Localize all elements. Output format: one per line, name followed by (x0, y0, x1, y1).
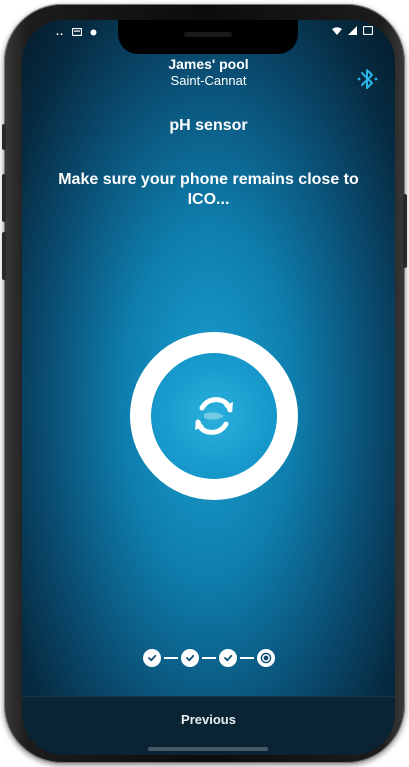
instruction-text: Make sure your phone remains close to IC… (58, 171, 359, 208)
step-connector (239, 657, 254, 659)
step-1-completed (142, 649, 161, 667)
footer-bar: Previous (22, 696, 395, 755)
checkmark-icon (223, 654, 232, 662)
home-indicator (148, 747, 268, 751)
step-connector (163, 657, 178, 659)
app-screen: .. James' pool Saint-Cannat pH sensor Ma… (22, 20, 395, 755)
wifi-icon (332, 26, 342, 35)
pool-name: James' pool (168, 56, 249, 72)
signal-icon (348, 26, 357, 35)
sync-icon (195, 397, 233, 435)
step-4-current (256, 649, 275, 667)
side-button-power (403, 194, 407, 268)
checkmark-icon (147, 654, 156, 662)
side-button-volume-up (2, 174, 6, 222)
phone-frame: .. James' pool Saint-Cannat pH sensor Ma… (2, 4, 407, 763)
checkmark-icon (185, 654, 194, 662)
status-time: .. (56, 26, 65, 38)
bluetooth-icon[interactable] (357, 66, 379, 92)
sync-indicator-inner (151, 353, 277, 479)
sync-indicator (130, 332, 298, 500)
notch-speaker (184, 32, 232, 37)
current-step-icon (260, 652, 271, 664)
status-bar-right (332, 26, 373, 35)
side-button-mute (2, 124, 6, 150)
status-bar-left: .. (56, 26, 97, 38)
pool-header: James' pool Saint-Cannat (22, 56, 395, 89)
pool-location: Saint-Cannat (170, 73, 247, 88)
side-button-volume-down (2, 232, 6, 280)
step-connector (201, 657, 216, 659)
phone-notch (118, 20, 298, 54)
step-3-completed (218, 649, 237, 667)
sensor-title: pH sensor (169, 117, 248, 134)
battery-icon (363, 26, 373, 35)
message-icon (72, 28, 83, 36)
step-2-completed (180, 649, 199, 667)
progress-stepper (22, 646, 395, 670)
notification-icon (90, 29, 97, 35)
previous-button[interactable]: Previous (22, 697, 395, 741)
